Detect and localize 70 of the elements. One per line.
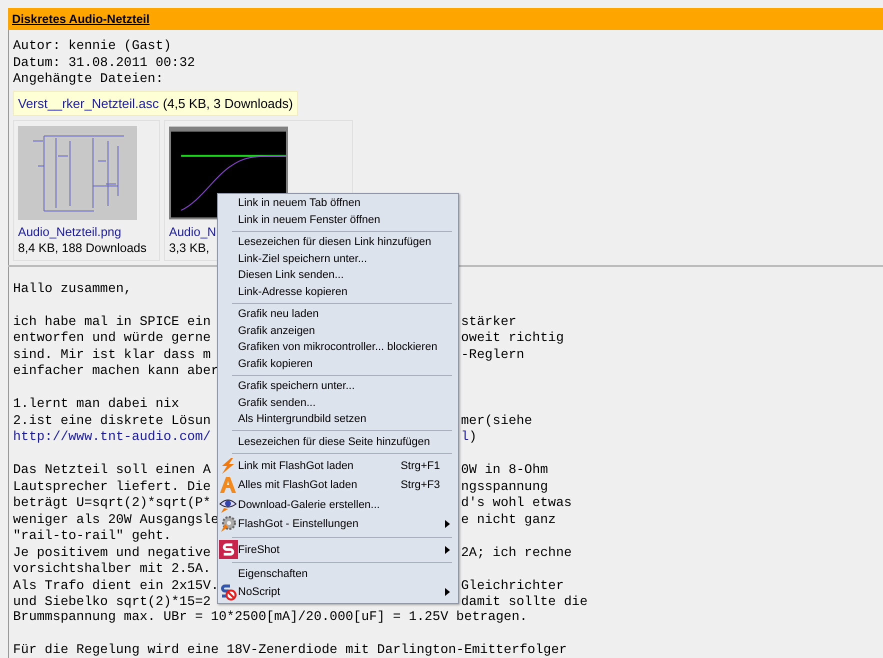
body-text-fragment: oweit richtig [461, 330, 564, 345]
body-text-fragment: stärker [461, 314, 516, 328]
meta-line: Angehängte Dateien: [13, 71, 164, 88]
body-text-fragment: d's wohl etwas [461, 495, 572, 510]
menu-item[interactable]: Diesen Link senden... [218, 267, 458, 284]
body-text-fragment: und Siebelko sqrt(2)*15=2 [13, 594, 211, 609]
menu-item[interactable]: Grafik neu laden [218, 306, 458, 322]
body-text-fragment: Lautsprecher liefert. Die [13, 478, 211, 494]
letter-a-icon [219, 476, 237, 494]
body-text-fragment: -Reglern [461, 346, 524, 362]
menu-item[interactable]: Grafiken von mikrocontroller... blockieren [218, 339, 458, 356]
body-text-fragment: Als Trafo dient ein 2x15V. [13, 578, 219, 592]
menu-item[interactable]: Link in neuem Fenster öffnen [218, 212, 458, 228]
menu-item[interactable]: Lesezeichen für diese Seite hinzufügen [218, 434, 458, 450]
body-text-fragment: Gleichrichter [461, 578, 564, 592]
meta-line: Autor: kennie (Gast) [13, 38, 172, 54]
body-text-fragment: ich habe mal in SPICE ein [13, 314, 211, 328]
shortcut-label: Strg+F1 [400, 460, 440, 472]
schematic-thumbnail[interactable] [18, 126, 137, 220]
menu-item[interactable]: Lesezeichen für diesen Link hinzufügen [218, 234, 458, 250]
thumbnail-info: 8,4 KB, 188 Downloads [18, 240, 147, 256]
menu-item[interactable]: Link mit FlashGot laden Strg+F1 [218, 456, 458, 476]
body-text-fragment: 2.ist eine diskrete Lösun [13, 412, 211, 428]
body-text-fragment: damit sollte die [461, 594, 588, 609]
body-text-fragment: Das Netzteil soll einen A [13, 462, 211, 477]
body-text-fragment: mer(siehe [461, 412, 532, 428]
body-text-line: Für die Regelung wird eine 18V-Zenerdiode mit Darlington-Emitterfolger [13, 642, 567, 658]
body-text-fragment: entworfen und würde gerne [13, 330, 211, 345]
body-text-fragment: "rail-to-rail" geht. [13, 528, 172, 543]
menu-item[interactable]: Link in neuem Tab öffnen [218, 195, 458, 212]
attachment-link[interactable]: Verst__rker_Netzteil.asc [18, 96, 159, 110]
menu-item[interactable]: Als Hintergrundbild setzen [218, 411, 458, 428]
menu-item[interactable]: Grafik speichern unter... [218, 378, 458, 394]
menu-item[interactable]: Link-Adresse kopieren [218, 284, 458, 300]
body-link[interactable]: l [461, 429, 469, 444]
body-text-fragment: 0W in 8-Ohm [461, 462, 548, 477]
body-text-line: Brummspannung max. UBr = 10*2500[mA]/20.000[uF] = 1.25V betragen. [13, 608, 528, 625]
body-text-fragment: 1.lernt man dabei nix [13, 396, 180, 411]
body-text-fragment: Hallo zusammen, [13, 280, 132, 296]
thumbnail-link[interactable]: Audio_Netzteil.png [18, 224, 122, 240]
gear-icon [219, 515, 237, 534]
body-text-fragment: beträgt U=sqrt(2)*sqrt(P* [13, 495, 211, 510]
fireshot-icon [218, 540, 238, 560]
menu-item[interactable]: Eigenschaften [218, 566, 458, 582]
body-text-fragment: e nicht ganz [461, 512, 556, 526]
body-text-fragment: 2A; ich rechne [461, 544, 572, 560]
thumbnail-info: 3,3 KB, [169, 240, 210, 256]
body-text-fragment: Je positivem und negative [13, 544, 211, 560]
menu-item[interactable]: Alles mit FlashGot laden Strg+F3 [218, 476, 458, 495]
body-text-fragment: ngsspannung [461, 478, 548, 494]
menu-item[interactable]: FlashGot - Einstellungen [218, 514, 458, 534]
menu-item[interactable]: Grafik kopieren [218, 356, 458, 372]
menu-item[interactable]: Link-Ziel speichern unter... [218, 250, 458, 267]
menu-item[interactable]: Download-Galerie erstellen... [218, 495, 458, 514]
menu-item[interactable]: NoScript [218, 582, 458, 602]
shortcut-label: Strg+F3 [400, 479, 440, 492]
menu-item[interactable]: FireShot [218, 540, 458, 560]
menu-item[interactable]: Grafik anzeigen [218, 322, 458, 339]
body-text-fragment: weniger als 20W Ausgangsle [13, 512, 219, 526]
menu-item[interactable]: Grafik senden... [218, 394, 458, 411]
post-title: Diskretes Audio-Netzteil [12, 12, 150, 26]
body-text-fragment: vorsichtshalber mit 2.5A. [13, 561, 211, 576]
attachment-info: (4,5 KB, 3 Downloads) [162, 96, 293, 110]
body-text-fragment: sind. Mir ist klar dass m [13, 346, 211, 362]
body-text-fragment: einfacher machen kann aber [13, 363, 219, 378]
body-text-fragment: ) [468, 429, 477, 444]
body-link[interactable]: http://www.tnt-audio.com/ [13, 429, 211, 444]
thumbnail-link[interactable]: Audio_N [169, 224, 216, 240]
meta-line: Datum: 31.08.2011 00:32 [13, 54, 196, 71]
noscript-icon [219, 582, 237, 601]
